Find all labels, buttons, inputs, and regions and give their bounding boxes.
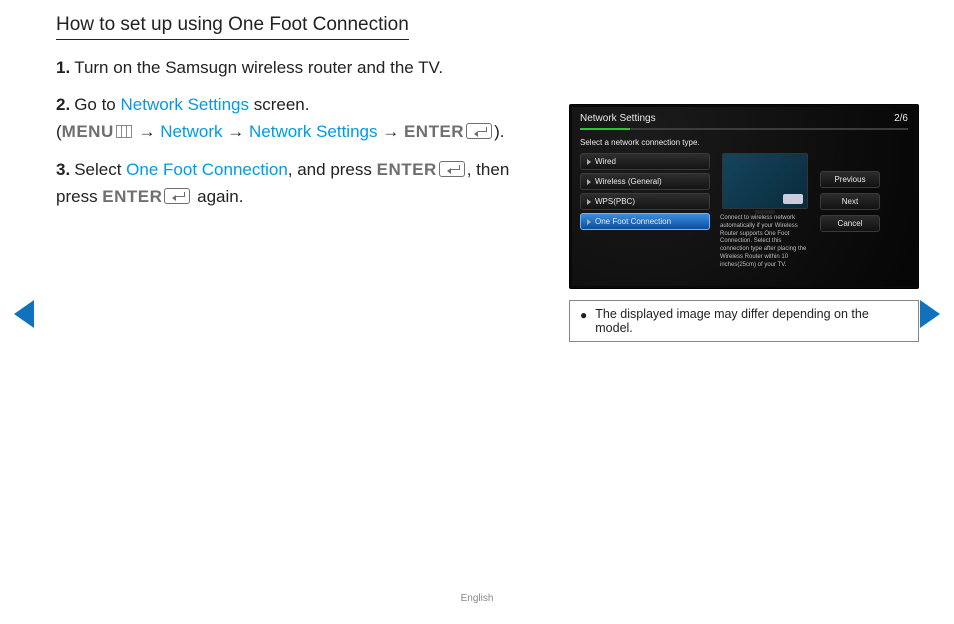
arrow: → bbox=[223, 122, 249, 141]
tv-screenshot: Network Settings 2/6 Select a network co… bbox=[569, 104, 919, 289]
tv-subtitle: Select a network connection type. bbox=[580, 138, 908, 147]
key-menu: MENU bbox=[62, 122, 114, 141]
note-text: The displayed image may differ depending… bbox=[595, 307, 908, 335]
step-number: 3. bbox=[56, 160, 70, 179]
bullet-icon: ● bbox=[580, 309, 587, 335]
step-1: 1.Turn on the Samsugn wireless router an… bbox=[56, 54, 526, 81]
tv-item-label: Wired bbox=[595, 157, 616, 166]
step-number: 2. bbox=[56, 95, 70, 114]
step-text: ). bbox=[494, 122, 504, 141]
tv-page-indicator: 2/6 bbox=[894, 113, 908, 124]
step-3: 3.Select One Foot Connection, and press … bbox=[56, 156, 526, 210]
key-enter: ENTER bbox=[404, 122, 464, 141]
tv-preview: Connect to wireless network automaticall… bbox=[720, 153, 810, 272]
tv-monitor-icon bbox=[722, 153, 808, 209]
step-text: Go to bbox=[74, 95, 120, 114]
enter-icon bbox=[164, 188, 190, 204]
tv-next-button[interactable]: Next bbox=[820, 193, 880, 210]
tv-item-label: One Foot Connection bbox=[595, 217, 671, 226]
tv-item-wired[interactable]: Wired bbox=[580, 153, 710, 170]
step-text: Select bbox=[74, 160, 126, 179]
next-page-arrow[interactable] bbox=[920, 300, 940, 328]
instruction-list: 1.Turn on the Samsugn wireless router an… bbox=[56, 54, 526, 220]
link-network-settings: Network Settings bbox=[121, 95, 250, 114]
tv-item-label: Wireless (General) bbox=[595, 177, 662, 186]
tv-description: Connect to wireless network automaticall… bbox=[720, 213, 810, 272]
step-text: , and press bbox=[288, 160, 377, 179]
arrow: → bbox=[134, 122, 160, 141]
tv-cancel-button[interactable]: Cancel bbox=[820, 215, 880, 232]
tv-title: Network Settings bbox=[580, 113, 656, 124]
menu-icon bbox=[116, 125, 132, 138]
tv-item-wps[interactable]: WPS(PBC) bbox=[580, 193, 710, 210]
tv-button-column: Previous Next Cancel bbox=[820, 171, 880, 272]
page-title: How to set up using One Foot Connection bbox=[56, 14, 409, 40]
tv-item-one-foot-connection[interactable]: One Foot Connection bbox=[580, 213, 710, 230]
note-box: ● The displayed image may differ dependi… bbox=[569, 300, 919, 342]
tv-item-wireless[interactable]: Wireless (General) bbox=[580, 173, 710, 190]
link-network-settings: Network Settings bbox=[249, 122, 378, 141]
key-enter: ENTER bbox=[377, 160, 437, 179]
enter-icon bbox=[466, 123, 492, 139]
step-text: again. bbox=[192, 187, 243, 206]
tv-previous-button[interactable]: Previous bbox=[820, 171, 880, 188]
step-text: Turn on the Samsugn wireless router and … bbox=[74, 58, 443, 77]
link-one-foot-connection: One Foot Connection bbox=[126, 160, 288, 179]
step-2: 2.Go to Network Settings screen. (MENU →… bbox=[56, 91, 526, 145]
ofc-logo-icon bbox=[783, 194, 803, 204]
prev-page-arrow[interactable] bbox=[14, 300, 34, 328]
key-enter: ENTER bbox=[102, 187, 162, 206]
link-network: Network bbox=[160, 122, 222, 141]
step-number: 1. bbox=[56, 58, 70, 77]
step-text: screen. bbox=[249, 95, 309, 114]
enter-icon bbox=[439, 161, 465, 177]
tv-item-label: WPS(PBC) bbox=[595, 197, 635, 206]
tv-connection-list: Wired Wireless (General) WPS(PBC) One Fo… bbox=[580, 153, 710, 272]
arrow: → bbox=[378, 122, 404, 141]
footer-language: English bbox=[0, 593, 954, 604]
tv-progress-bar bbox=[580, 128, 908, 130]
